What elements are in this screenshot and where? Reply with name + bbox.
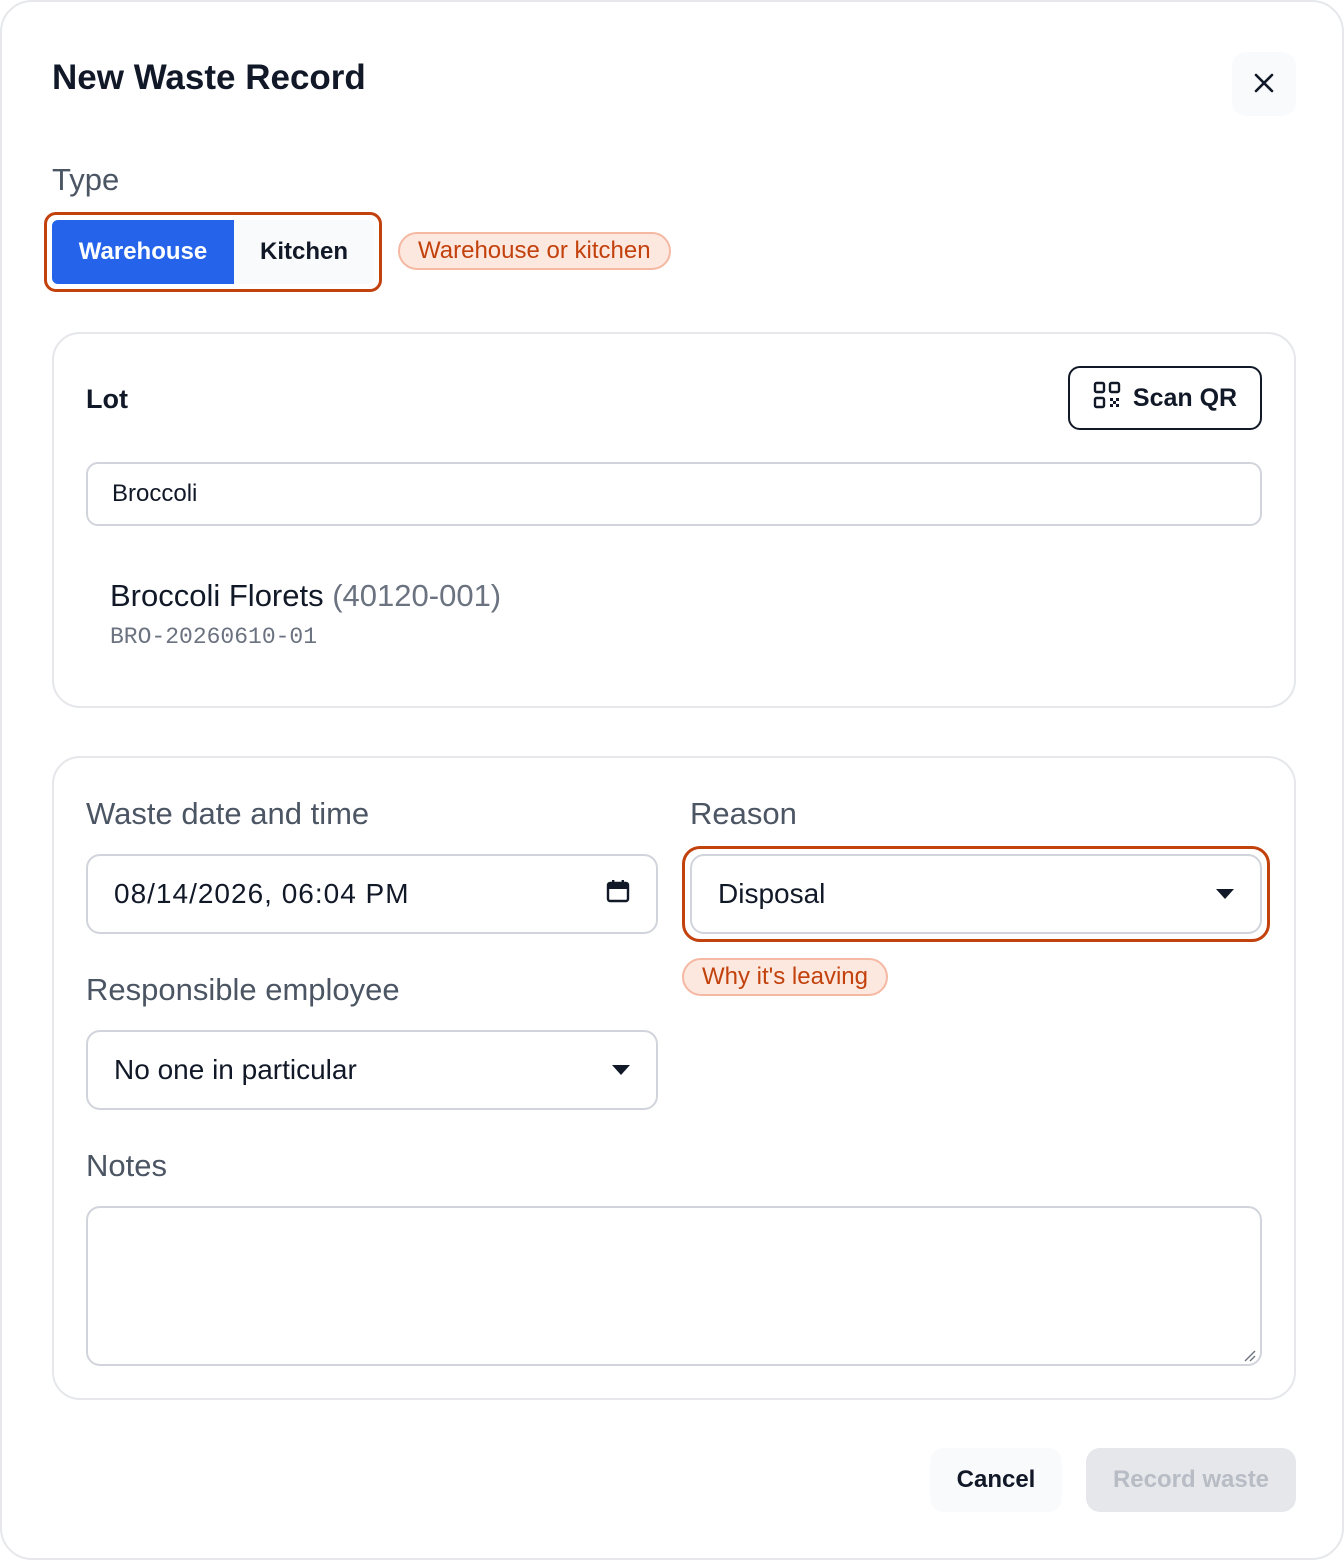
reason-hint-badge: Why it's leaving — [682, 958, 888, 996]
reason-value: Disposal — [718, 878, 826, 909]
lot-result-item[interactable]: Broccoli Florets (40120-001) BRO-2026061… — [110, 578, 810, 664]
qr-code-icon — [1093, 381, 1121, 416]
type-hint-badge: Warehouse or kitchen — [398, 232, 671, 270]
type-label: Type — [52, 162, 120, 197]
employee-value: No one in particular — [114, 1054, 357, 1085]
lot-result-number: BRO-20260610-01 — [110, 624, 318, 650]
lot-result-title: Broccoli Florets (40120-001) — [110, 578, 810, 614]
lot-label: Lot — [86, 384, 128, 414]
waste-date-label: Waste date and time — [86, 796, 370, 831]
lot-result-code: (40120-001) — [332, 578, 502, 613]
type-option-kitchen[interactable]: Kitchen — [234, 220, 374, 284]
waste-datetime-input[interactable]: 08/14/2026, 06:04 PM — [86, 854, 658, 934]
details-card: Waste date and time Reason 08/14/2026, 0… — [52, 756, 1296, 1400]
employee-select[interactable]: No one in particular — [86, 1030, 658, 1110]
scan-qr-button[interactable]: Scan QR — [1068, 366, 1262, 430]
employee-label: Responsible employee — [86, 972, 400, 1007]
waste-record-dialog: New Waste Record Type Warehouse Kitchen … — [0, 0, 1344, 1560]
scan-qr-label: Scan QR — [1132, 383, 1238, 412]
close-icon — [1252, 71, 1276, 98]
reason-select[interactable]: Disposal — [690, 854, 1262, 934]
chevron-down-icon — [1216, 889, 1234, 899]
dialog-title: New Waste Record — [52, 58, 366, 97]
calendar-icon[interactable] — [606, 878, 630, 910]
lot-card: Lot Scan QR Broccoli Florets — [52, 332, 1296, 708]
reason-label: Reason — [690, 796, 797, 831]
resize-handle-icon[interactable] — [1242, 1348, 1256, 1362]
chevron-down-icon — [612, 1065, 630, 1075]
record-waste-button[interactable]: Record waste — [1086, 1448, 1296, 1512]
lot-result-name: Broccoli Florets — [110, 578, 324, 613]
waste-datetime-value: 08/14/2026, 06:04 PM — [114, 878, 410, 909]
cancel-button[interactable]: Cancel — [930, 1448, 1062, 1512]
notes-label: Notes — [86, 1148, 167, 1183]
type-segmented-control: Warehouse Kitchen — [52, 220, 374, 284]
lot-search-input[interactable] — [86, 462, 1262, 526]
type-option-warehouse[interactable]: Warehouse — [52, 220, 234, 284]
close-button[interactable] — [1232, 52, 1296, 116]
notes-textarea[interactable] — [86, 1206, 1262, 1366]
